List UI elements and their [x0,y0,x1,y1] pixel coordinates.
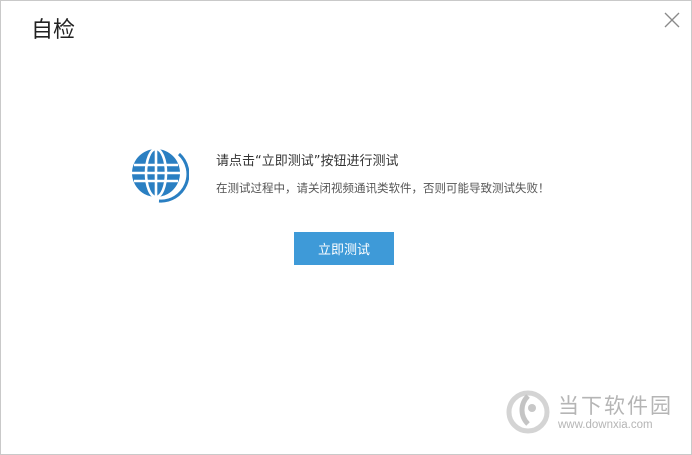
watermark-logo: 当下软件园 www.downxia.com [506,386,686,441]
dialog-title: 自检 [31,18,76,43]
watermark-text: 当下软件园 [558,394,673,418]
test-now-button[interactable]: 立即测试 [294,232,394,265]
watermark-icon [506,390,550,434]
watermark-url: www.downxia.com [558,419,653,431]
globe-icon [129,144,190,204]
close-icon[interactable] [663,11,681,29]
self-check-dialog: 自检 请点击“立即测试”按钮进行测试 在测试过程中，请关闭视频通讯类软件，否则可… [0,0,692,455]
instruction-headline: 请点击“立即测试”按钮进行测试 [216,154,399,169]
instruction-warning: 在测试过程中，请关闭视频通讯类软件，否则可能导致测试失败！ [216,181,550,195]
